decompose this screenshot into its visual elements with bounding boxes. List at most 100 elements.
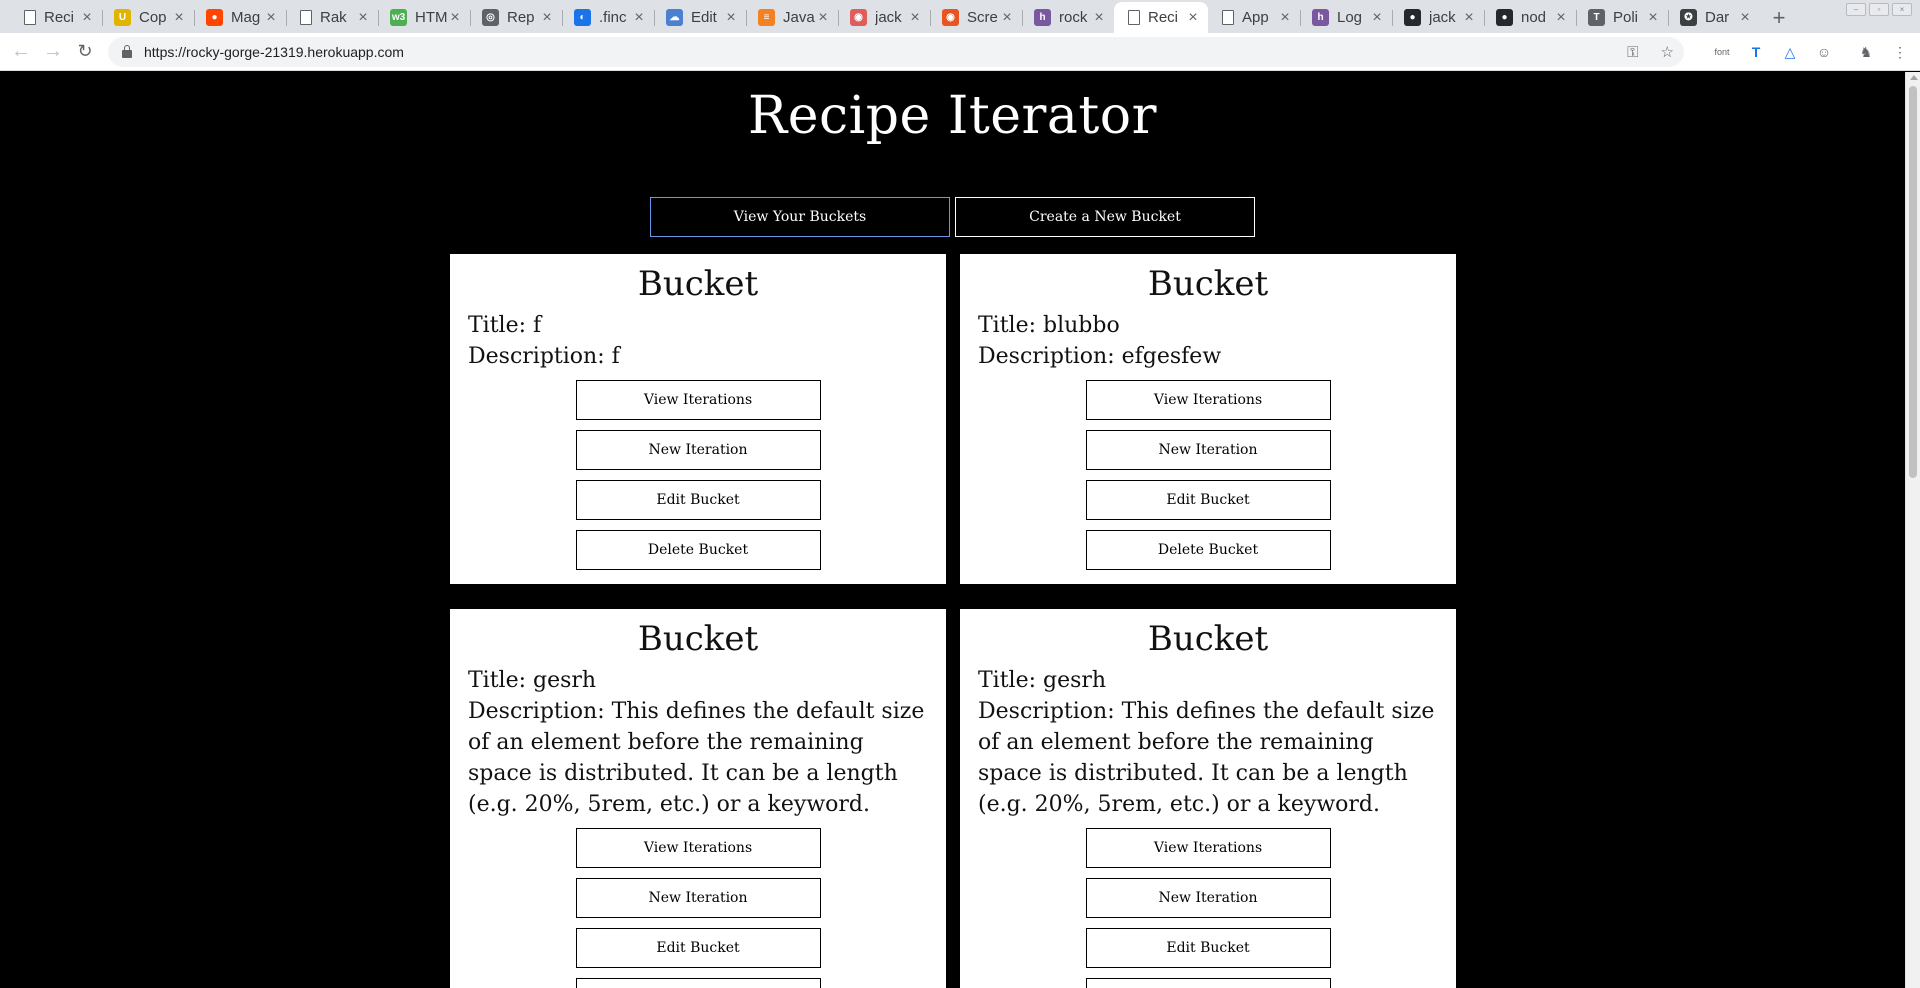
view-iterations-button[interactable]: View Iterations: [1085, 380, 1331, 420]
delete-bucket-button[interactable]: Delete Bucket: [575, 978, 821, 988]
browser-tab[interactable]: App ×: [1208, 2, 1300, 33]
new-iteration-button[interactable]: New Iteration: [575, 430, 821, 470]
tab-close-icon[interactable]: ×: [540, 9, 554, 27]
tab-close-icon[interactable]: ×: [1370, 9, 1384, 27]
scrollbar-thumb[interactable]: [1909, 86, 1917, 478]
tab-title: jack: [1429, 9, 1456, 26]
reddit-icon: ●: [206, 9, 223, 26]
tab-close-icon[interactable]: ×: [724, 9, 738, 27]
tab-list: Reci × U Cop × ● Mag × Rak × w3 HTM × ◎ Rep × ◐ .finc × ☁ Ed…: [10, 2, 1760, 33]
vertical-scrollbar[interactable]: [1905, 72, 1920, 988]
tab-close-icon[interactable]: ×: [1646, 9, 1660, 27]
edit-bucket-button[interactable]: Edit Bucket: [1085, 480, 1331, 520]
browser-tab[interactable]: U Cop ×: [102, 2, 194, 33]
tab-close-icon[interactable]: ×: [356, 9, 370, 27]
browser-tab[interactable]: ≡ Java ×: [746, 2, 838, 33]
tab-close-icon[interactable]: ×: [80, 9, 94, 27]
browser-tab[interactable]: h Log ×: [1300, 2, 1392, 33]
tab-close-icon[interactable]: ×: [172, 9, 186, 27]
close-window-icon[interactable]: ×: [1892, 3, 1912, 16]
tab-title: App: [1242, 9, 1269, 26]
tab-strip: Reci × U Cop × ● Mag × Rak × w3 HTM × ◎ Rep × ◐ .finc × ☁ Ed…: [0, 0, 1920, 33]
view-iterations-button[interactable]: View Iterations: [575, 380, 821, 420]
new-iteration-button[interactable]: New Iteration: [575, 878, 821, 918]
typora-icon: T: [1588, 9, 1605, 26]
browser-tab[interactable]: Reci ×: [1114, 2, 1208, 33]
tab-close-icon[interactable]: ×: [908, 9, 922, 27]
browser-tab[interactable]: ◉ jack ×: [838, 2, 930, 33]
tab-close-icon[interactable]: ×: [1554, 9, 1568, 27]
tab-close-icon[interactable]: ×: [1278, 9, 1292, 27]
delete-bucket-button[interactable]: Delete Bucket: [1085, 530, 1331, 570]
bookmark-star-icon[interactable]: ☆: [1661, 43, 1674, 61]
browser-tab[interactable]: ● Mag ×: [194, 2, 286, 33]
browser-tab[interactable]: ✪ Dar ×: [1668, 2, 1760, 33]
bucket-heading: Bucket: [637, 264, 759, 304]
browser-tab[interactable]: ● nod ×: [1484, 2, 1576, 33]
delete-bucket-button[interactable]: Delete Bucket: [575, 530, 821, 570]
menu-kebab-icon[interactable]: ⋮: [1890, 44, 1910, 61]
cloud-icon: ☁: [666, 9, 683, 26]
scroll-up-arrow-icon[interactable]: [1910, 75, 1918, 80]
page-title: Recipe Iterator: [748, 86, 1157, 146]
browser-tab[interactable]: T Poli ×: [1576, 2, 1668, 33]
tab-close-icon[interactable]: ×: [816, 9, 830, 27]
address-bar[interactable]: https://rocky-gorge-21319.herokuapp.com …: [108, 37, 1684, 67]
new-tab-button[interactable]: +: [1764, 2, 1794, 33]
restore-icon[interactable]: ▫: [1869, 3, 1889, 16]
url-text: https://rocky-gorge-21319.herokuapp.com: [144, 44, 404, 60]
edit-bucket-button[interactable]: Edit Bucket: [1085, 928, 1331, 968]
tab-title: nod: [1521, 9, 1547, 26]
edit-bucket-button[interactable]: Edit Bucket: [575, 480, 821, 520]
docs-icon: ◐: [574, 9, 591, 26]
tab-close-icon[interactable]: ×: [1186, 9, 1200, 27]
forward-arrow-icon[interactable]: →: [38, 37, 68, 67]
view-iterations-button[interactable]: View Iterations: [575, 828, 821, 868]
tab-close-icon[interactable]: ×: [264, 9, 278, 27]
tab-close-icon[interactable]: ×: [1092, 9, 1106, 27]
tab-close-icon[interactable]: ×: [632, 9, 646, 27]
browser-tab[interactable]: ◐ .finc ×: [562, 2, 654, 33]
browser-tab[interactable]: ● jack ×: [1392, 2, 1484, 33]
key-icon[interactable]: ⚿: [1627, 44, 1638, 61]
tab-title: Reci: [44, 9, 75, 26]
new-iteration-button[interactable]: New Iteration: [1085, 430, 1331, 470]
delete-bucket-button[interactable]: Delete Bucket: [1085, 978, 1331, 988]
reload-icon[interactable]: ↻: [70, 37, 100, 67]
repl-icon: ◎: [482, 9, 499, 26]
bucket-description: Description: This defines the default si…: [978, 699, 1435, 817]
npm-icon: ◉: [850, 9, 867, 26]
profile-avatar-icon[interactable]: ♞: [1856, 44, 1876, 61]
browser-tab[interactable]: ☁ Edit ×: [654, 2, 746, 33]
font-extension-icon[interactable]: font: [1712, 47, 1732, 57]
browser-toolbar: ← → ↻ https://rocky-gorge-21319.herokuap…: [0, 33, 1920, 71]
tab-title: Dar: [1705, 9, 1730, 26]
smiley-extension-icon[interactable]: ☺: [1814, 44, 1834, 60]
tab-title: rock: [1059, 9, 1088, 26]
view-iterations-button[interactable]: View Iterations: [1085, 828, 1331, 868]
typora-extension-icon[interactable]: T: [1746, 44, 1766, 60]
minimize-icon[interactable]: –: [1846, 3, 1866, 16]
browser-tab[interactable]: ◎ Rep ×: [470, 2, 562, 33]
new-iteration-button[interactable]: New Iteration: [1085, 878, 1331, 918]
browser-tab[interactable]: w3 HTM ×: [378, 2, 470, 33]
browser-tab[interactable]: Rak ×: [286, 2, 378, 33]
view-buckets-button[interactable]: View Your Buckets: [650, 197, 950, 237]
browser-tab[interactable]: h rock ×: [1022, 2, 1114, 33]
edit-bucket-button[interactable]: Edit Bucket: [575, 928, 821, 968]
tab-close-icon[interactable]: ×: [448, 9, 462, 27]
browser-tab[interactable]: ◉ Scre ×: [930, 2, 1022, 33]
tab-close-icon[interactable]: ×: [1462, 9, 1476, 27]
tab-close-icon[interactable]: ×: [1000, 9, 1014, 27]
heroku-icon: h: [1034, 9, 1051, 26]
bucket-card: Bucket Title: f Description: f View Iter…: [450, 254, 946, 584]
back-arrow-icon[interactable]: ←: [6, 37, 36, 67]
browser-tab[interactable]: Reci ×: [10, 2, 102, 33]
drive-extension-icon[interactable]: △: [1780, 44, 1800, 61]
tab-title: jack: [875, 9, 902, 26]
page-viewport: Recipe Iterator View Your Buckets Create…: [0, 72, 1905, 988]
bucket-title: Title: f: [468, 313, 542, 338]
tab-close-icon[interactable]: ×: [1738, 9, 1752, 27]
bucket-title: Title: gesrh: [978, 668, 1107, 693]
create-bucket-button[interactable]: Create a New Bucket: [955, 197, 1255, 237]
